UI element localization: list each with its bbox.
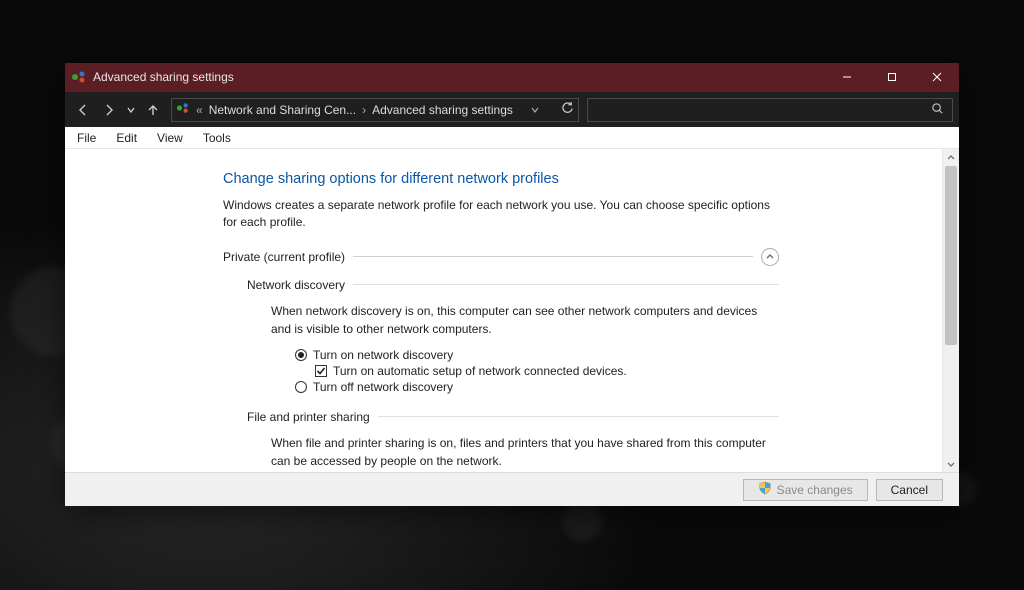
menu-bar: File Edit View Tools: [65, 127, 959, 149]
client-area: Change sharing options for different net…: [65, 149, 959, 472]
breadcrumb-item[interactable]: Network and Sharing Cen...: [209, 103, 356, 117]
up-button[interactable]: [141, 98, 165, 122]
chevron-right-icon: ›: [362, 103, 366, 117]
radio-icon: [295, 349, 307, 361]
vertical-scrollbar[interactable]: [942, 149, 959, 472]
cancel-button[interactable]: Cancel: [876, 479, 943, 501]
chevron-left-icon: «: [196, 103, 203, 117]
scrollbar-thumb[interactable]: [945, 166, 957, 345]
radio-turn-off-network-discovery[interactable]: Turn off network discovery: [295, 380, 779, 394]
forward-button[interactable]: [97, 98, 121, 122]
address-bar[interactable]: « Network and Sharing Cen... › Advanced …: [171, 98, 579, 122]
checkbox-icon: [315, 365, 327, 377]
recent-locations-dropdown[interactable]: [123, 98, 139, 122]
menu-view[interactable]: View: [149, 129, 191, 147]
breadcrumb-item[interactable]: Advanced sharing settings: [372, 103, 513, 117]
footer-bar: Save changes Cancel: [65, 472, 959, 506]
scroll-up-button[interactable]: [943, 149, 959, 166]
network-sharing-icon: [176, 101, 190, 118]
subsection-network-discovery: Network discovery: [247, 278, 779, 292]
menu-file[interactable]: File: [69, 129, 104, 147]
navigation-bar: « Network and Sharing Cen... › Advanced …: [65, 91, 959, 127]
network-discovery-description: When network discovery is on, this compu…: [271, 302, 779, 338]
network-sharing-icon: [71, 69, 87, 85]
address-dropdown-icon[interactable]: [531, 103, 539, 117]
shield-icon: [758, 481, 772, 498]
subsection-file-printer-sharing: File and printer sharing: [247, 410, 779, 424]
page-description: Windows creates a separate network profi…: [223, 197, 779, 232]
search-icon: [931, 102, 944, 118]
chevron-up-icon[interactable]: [761, 248, 779, 266]
save-changes-button[interactable]: Save changes: [743, 479, 868, 501]
settings-window: Advanced sharing settings « Ne: [65, 63, 959, 506]
close-button[interactable]: [914, 63, 959, 91]
maximize-button[interactable]: [869, 63, 914, 91]
refresh-button[interactable]: [561, 102, 574, 118]
titlebar[interactable]: Advanced sharing settings: [65, 63, 959, 91]
menu-tools[interactable]: Tools: [195, 129, 239, 147]
checkbox-auto-setup[interactable]: Turn on automatic setup of network conne…: [315, 364, 779, 378]
scrollbar-track[interactable]: [943, 166, 959, 455]
file-printer-description: When file and printer sharing is on, fil…: [271, 434, 779, 470]
radio-icon: [295, 381, 307, 393]
back-button[interactable]: [71, 98, 95, 122]
section-label: Private (current profile): [223, 250, 345, 264]
section-private-header[interactable]: Private (current profile): [223, 248, 779, 266]
content-pane: Change sharing options for different net…: [65, 149, 942, 472]
scroll-down-button[interactable]: [943, 455, 959, 472]
menu-edit[interactable]: Edit: [108, 129, 145, 147]
radio-turn-on-network-discovery[interactable]: Turn on network discovery: [295, 348, 779, 362]
minimize-button[interactable]: [824, 63, 869, 91]
page-title: Change sharing options for different net…: [223, 171, 779, 187]
search-input[interactable]: [587, 98, 953, 122]
window-title: Advanced sharing settings: [93, 70, 824, 84]
